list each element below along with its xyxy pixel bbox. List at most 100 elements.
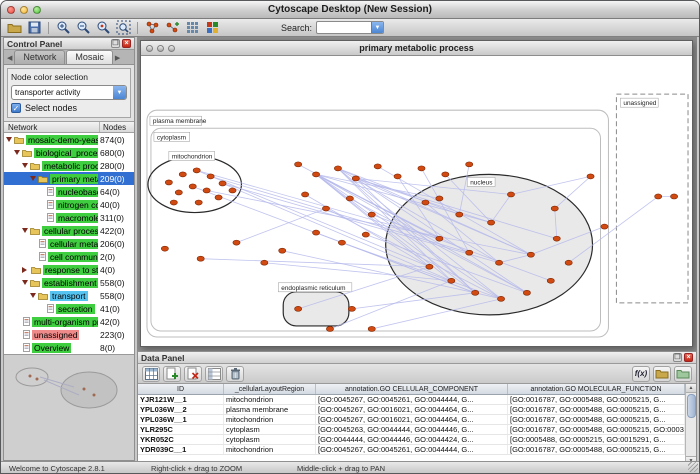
- graph-node[interactable]: [553, 236, 560, 241]
- graph-node[interactable]: [338, 240, 345, 245]
- open-session-button[interactable]: [5, 20, 23, 36]
- tree-item-secretion[interactable]: secretion41(0): [4, 302, 134, 315]
- scrollbar-thumb[interactable]: [687, 394, 696, 418]
- graph-node[interactable]: [368, 212, 375, 217]
- graph-node[interactable]: [671, 194, 678, 199]
- graph-node[interactable]: [394, 174, 401, 179]
- scroll-up-icon[interactable]: [686, 384, 697, 393]
- network-overview-button[interactable]: [143, 20, 161, 36]
- new-network-button[interactable]: [163, 20, 181, 36]
- search-input[interactable]: [317, 22, 371, 33]
- chevron-down-icon[interactable]: [113, 86, 126, 99]
- expander-open-icon[interactable]: [6, 137, 12, 142]
- graph-node[interactable]: [189, 184, 196, 189]
- delete-table-button[interactable]: [226, 366, 244, 382]
- tree-item-overview[interactable]: Overview8(0): [4, 341, 134, 354]
- column-header-id[interactable]: ID: [138, 384, 224, 394]
- graph-node[interactable]: [466, 162, 473, 167]
- graph-node[interactable]: [426, 264, 433, 269]
- graph-node[interactable]: [368, 326, 375, 331]
- graph-node[interactable]: [165, 180, 172, 185]
- graph-node[interactable]: [295, 162, 302, 167]
- graph-node[interactable]: [195, 200, 202, 205]
- graph-node[interactable]: [334, 166, 341, 171]
- tree-item-cellular-metabo[interactable]: cellular metabo...206(0): [4, 237, 134, 250]
- graph-node[interactable]: [352, 176, 359, 181]
- graph-node[interactable]: [601, 224, 608, 229]
- node-color-dropdown[interactable]: transporter activity: [11, 85, 127, 100]
- graph-node[interactable]: [488, 220, 495, 225]
- graph-node[interactable]: [295, 306, 302, 311]
- tab-network[interactable]: Network: [14, 50, 65, 64]
- close-panel-icon[interactable]: [122, 39, 131, 48]
- zoom-selected-button[interactable]: [94, 20, 112, 36]
- tab-scroll-left-icon[interactable]: [6, 54, 13, 64]
- graph-node[interactable]: [215, 195, 222, 200]
- graph-node[interactable]: [229, 188, 236, 193]
- graph-node[interactable]: [348, 306, 355, 311]
- graph-node[interactable]: [179, 172, 186, 177]
- table-row[interactable]: YLR295Ccytoplasm[GO:0045263, GO:0044444,…: [138, 425, 685, 435]
- graph-node[interactable]: [203, 188, 210, 193]
- graph-node[interactable]: [322, 206, 329, 211]
- select-nodes-checkbox[interactable]: [11, 103, 21, 113]
- network-overview-thumbnail[interactable]: [4, 354, 134, 460]
- float-panel-icon[interactable]: [673, 353, 682, 362]
- search-combobox[interactable]: [316, 21, 384, 34]
- vizmapper-button[interactable]: [203, 20, 221, 36]
- table-row[interactable]: YPL036W__2plasma membrane[GO:0045267, GO…: [138, 405, 685, 415]
- tree-item-multi-organism-pro[interactable]: multi-organism pro...42(0): [4, 315, 134, 328]
- float-panel-icon[interactable]: [111, 39, 120, 48]
- graph-node[interactable]: [418, 166, 425, 171]
- search-dropdown-icon[interactable]: [371, 22, 383, 33]
- column-header-network[interactable]: Network: [4, 122, 100, 132]
- tab-scroll-right-icon[interactable]: [114, 54, 121, 64]
- expander-closed-icon[interactable]: [22, 267, 27, 273]
- graph-node[interactable]: [207, 174, 214, 179]
- graph-node[interactable]: [193, 168, 200, 173]
- column-header-annotation-go-cellular-component[interactable]: annotation.GO CELLULAR_COMPONENT: [316, 384, 508, 394]
- tree-item-nucleobase[interactable]: nucleobase...64(0): [4, 185, 134, 198]
- graph-node[interactable]: [436, 236, 443, 241]
- graph-node[interactable]: [448, 278, 455, 283]
- column-header-nodes[interactable]: Nodes: [100, 122, 134, 132]
- tree-item-biological-process[interactable]: biological_process680(0): [4, 146, 134, 159]
- tree-item-unassigned[interactable]: unassigned223(0): [4, 328, 134, 341]
- network-view-window[interactable]: primary metabolic process plasma membran…: [140, 40, 693, 347]
- table-row[interactable]: YKR052Ccytoplasm[GO:0044444, GO:0044446,…: [138, 435, 685, 445]
- modify-attribute-button[interactable]: [205, 366, 223, 382]
- tree-item-metabolic-process[interactable]: metabolic process280(0): [4, 159, 134, 172]
- graph-node[interactable]: [261, 260, 268, 265]
- graph-node[interactable]: [233, 240, 240, 245]
- graph-node[interactable]: [161, 246, 168, 251]
- delete-attribute-button[interactable]: [184, 366, 202, 382]
- graph-node[interactable]: [507, 192, 514, 197]
- tree-item-cell-communica[interactable]: cell communica...2(0): [4, 250, 134, 263]
- network-view-titlebar[interactable]: primary metabolic process: [141, 41, 692, 56]
- column-header-annotation-go-molecular-function[interactable]: annotation.GO MOLECULAR_FUNCTION: [508, 384, 685, 394]
- graph-node[interactable]: [495, 260, 502, 265]
- tree-item-primary-metabo[interactable]: primary metabo...209(0): [4, 172, 134, 185]
- graph-node[interactable]: [362, 232, 369, 237]
- graph-node[interactable]: [170, 200, 177, 205]
- tab-mosaic[interactable]: Mosaic: [66, 50, 113, 64]
- graph-node[interactable]: [197, 256, 204, 261]
- table-row[interactable]: YPL036W__1mitochondrion[GO:0045267, GO:0…: [138, 415, 685, 425]
- graph-node[interactable]: [527, 252, 534, 257]
- create-attribute-button[interactable]: [163, 366, 181, 382]
- graph-node[interactable]: [346, 196, 353, 201]
- graph-node[interactable]: [442, 172, 449, 177]
- close-panel-icon[interactable]: [684, 353, 693, 362]
- zoom-out-button[interactable]: [74, 20, 92, 36]
- graph-node[interactable]: [175, 190, 182, 195]
- graph-node[interactable]: [302, 192, 309, 197]
- attribute-function-button[interactable]: f(x): [632, 366, 650, 382]
- tree-item-cellular-process[interactable]: cellular process422(0): [4, 224, 134, 237]
- tree-item-response-to-stimu[interactable]: response to stimu...4(0): [4, 263, 134, 276]
- expander-open-icon[interactable]: [30, 293, 36, 298]
- zoom-in-button[interactable]: [54, 20, 72, 36]
- graph-node[interactable]: [422, 200, 429, 205]
- expander-open-icon[interactable]: [14, 150, 20, 155]
- graph-node[interactable]: [219, 181, 226, 186]
- expander-open-icon[interactable]: [30, 176, 36, 181]
